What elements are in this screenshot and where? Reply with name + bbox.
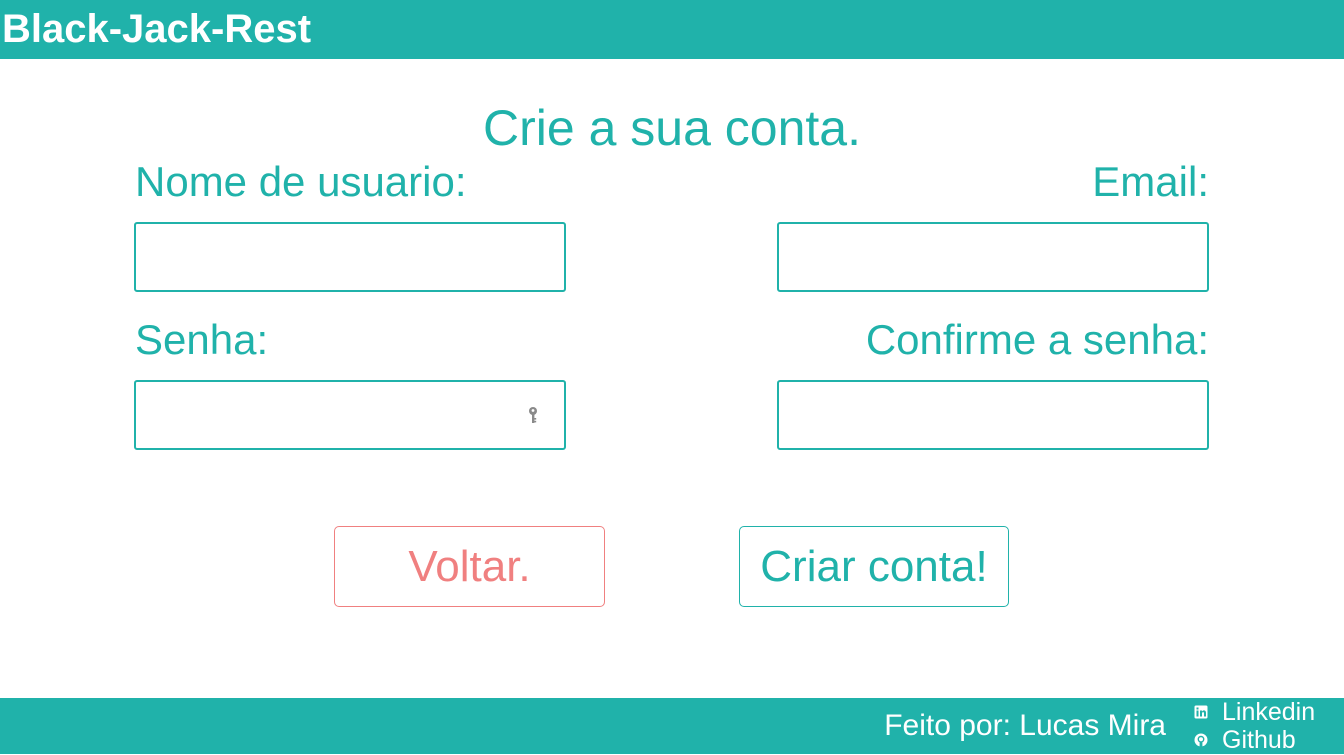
password-label: Senha: xyxy=(135,316,269,363)
password-input[interactable] xyxy=(134,380,566,450)
confirm-password-label: Confirme a senha: xyxy=(865,316,1209,363)
github-icon xyxy=(1194,733,1208,747)
email-label: Email: xyxy=(1092,158,1209,205)
linkedin-icon xyxy=(1194,705,1208,719)
app-title: Black-Jack-Rest xyxy=(2,7,312,51)
username-label: Nome de usuario: xyxy=(135,158,467,205)
create-account-button[interactable]: Criar conta! xyxy=(739,526,1009,607)
social-links: Linkedin Github xyxy=(1194,698,1315,754)
app-footer: Feito por: Lucas Mira Linkedin Github xyxy=(0,698,1344,754)
github-label: Github xyxy=(1222,725,1296,754)
author-credit: Feito por: Lucas Mira xyxy=(884,709,1166,742)
github-link[interactable]: Github xyxy=(1194,726,1315,754)
key-icon[interactable] xyxy=(527,406,539,424)
linkedin-link[interactable]: Linkedin xyxy=(1194,698,1315,726)
email-input[interactable] xyxy=(777,222,1209,292)
linkedin-label: Linkedin xyxy=(1222,697,1316,726)
back-button[interactable]: Voltar. xyxy=(334,526,605,607)
confirm-password-input[interactable] xyxy=(777,380,1209,450)
app-header: Black-Jack-Rest xyxy=(0,0,1344,59)
username-input[interactable] xyxy=(134,222,566,292)
form-title: Crie a sua conta. xyxy=(483,100,861,156)
